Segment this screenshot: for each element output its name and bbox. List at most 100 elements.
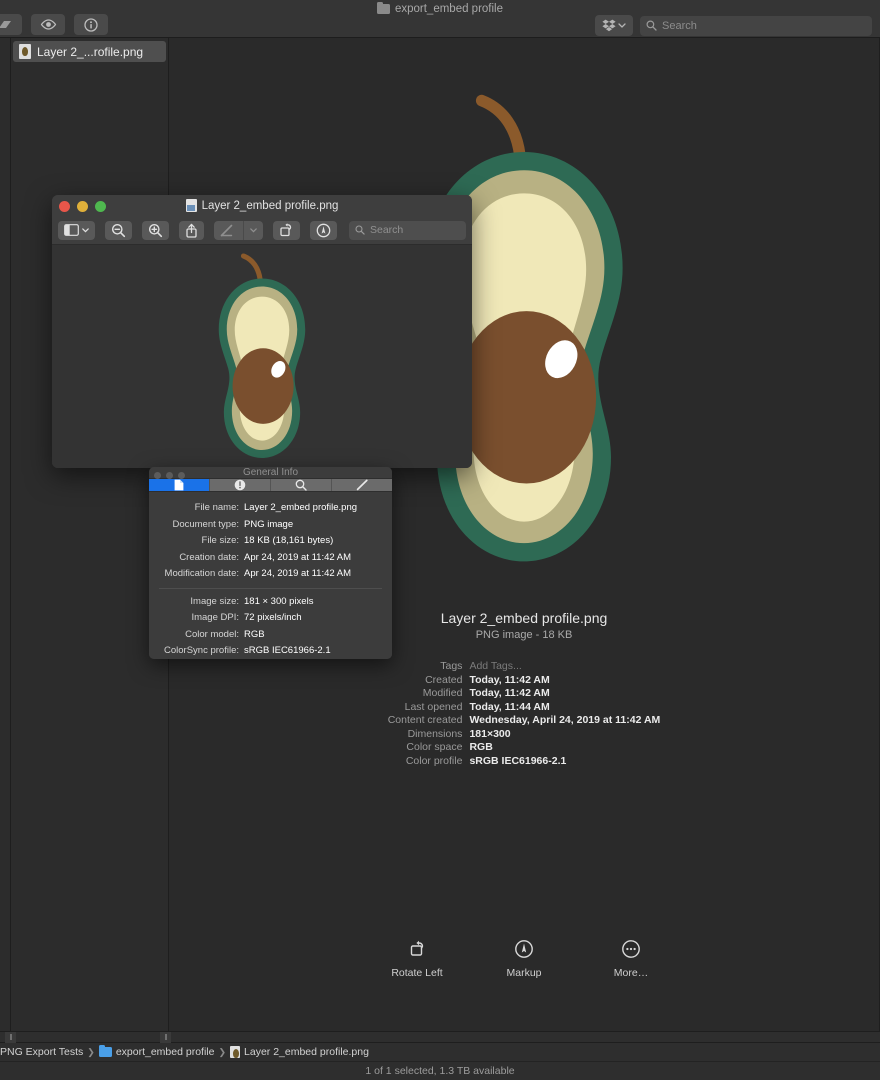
chevron-down-icon — [82, 227, 89, 232]
tab-general[interactable] — [149, 479, 210, 491]
metadata-key: Color space — [406, 741, 463, 753]
quick-look-button[interactable] — [31, 14, 65, 35]
info-key: File name: — [194, 502, 239, 513]
annotate-icon — [316, 223, 331, 237]
minimize-button[interactable] — [166, 471, 173, 479]
info-value: sRGB IEC61966-2.1 — [244, 645, 331, 656]
tab-keywords[interactable] — [271, 479, 332, 491]
more-button[interactable] — [618, 936, 644, 962]
info-value: PNG image — [244, 518, 294, 530]
get-info-button[interactable] — [74, 14, 108, 35]
info-key: ColorSync profile: — [164, 645, 239, 656]
info-value: 18 KB (18,161 bytes) — [244, 535, 334, 546]
metadata-key: Tags — [440, 660, 463, 672]
metadata-row: Tags Add Tags... — [388, 660, 661, 674]
more-action[interactable]: More… — [599, 936, 663, 979]
info-key: Image DPI: — [191, 612, 239, 623]
close-button[interactable] — [59, 201, 70, 212]
markup-button[interactable] — [511, 936, 537, 962]
info-panel-body: File name: Layer 2_embed profile.png Doc… — [149, 492, 392, 659]
metadata-value: sRGB IEC61966-2.1 — [469, 754, 567, 767]
finder-column-parent[interactable] — [0, 38, 11, 1031]
share-button[interactable] — [179, 220, 204, 240]
metadata-key: Last opened — [404, 700, 463, 713]
info-icon — [84, 17, 98, 32]
rotate-left-button[interactable] — [404, 936, 430, 962]
zoom-out-button[interactable] — [105, 220, 132, 240]
file-list-item[interactable]: Layer 2_...rofile.png — [13, 41, 166, 62]
finder-title-text: export_embed profile — [394, 3, 504, 15]
dropbox-button[interactable] — [595, 15, 633, 36]
info-circle-icon — [234, 479, 246, 491]
metadata-key: Created — [425, 673, 463, 686]
breadcrumb-separator: ❯ — [218, 1046, 227, 1057]
rotate-left-action[interactable]: Rotate Left — [385, 936, 449, 979]
breadcrumb-item-folder[interactable]: export_embed profile — [98, 1044, 214, 1058]
search-icon — [646, 20, 657, 31]
tags-value[interactable]: Add Tags... — [469, 660, 660, 674]
tab-annotations[interactable] — [332, 479, 392, 491]
info-value: 181 × 300 pixels — [244, 595, 314, 607]
sidebar-icon — [64, 224, 79, 236]
finder-columns: Layer 2_...rofile.png Layer 2_embed prof… — [0, 38, 880, 1031]
close-button[interactable] — [154, 471, 161, 479]
info-panel-title: General Info — [242, 467, 299, 478]
png-file-icon — [19, 44, 31, 59]
breadcrumb-item-root[interactable]: PNG Export Tests — [0, 1046, 83, 1058]
breadcrumb-separator: ❯ — [87, 1046, 95, 1057]
avocado-stem — [475, 94, 526, 162]
finder-search-placeholder: Search — [662, 19, 697, 32]
chevron-down-icon — [618, 23, 626, 28]
info-value: Apr 24, 2019 at 11:42 AM — [244, 568, 352, 579]
finder-column-files[interactable]: Layer 2_...rofile.png — [11, 38, 169, 1031]
preview-filename: Layer 2_embed profile.png — [440, 610, 608, 626]
breadcrumb-item-file[interactable]: Layer 2_embed profile.png — [230, 1046, 369, 1058]
annotate-button[interactable] — [310, 220, 337, 240]
zoom-in-button[interactable] — [142, 220, 169, 240]
info-row: Modification date: Apr 24, 2019 at 11:42… — [149, 566, 392, 583]
preview-titlebar[interactable]: Layer 2_embed profile.png — [52, 195, 472, 216]
markup-options-chevron[interactable] — [243, 220, 263, 240]
info-value: Apr 24, 2019 at 11:42 AM — [244, 551, 352, 563]
avocado-pit — [456, 311, 597, 484]
info-key: Creation date: — [179, 551, 239, 563]
finder-toolbar-left-group — [0, 14, 108, 35]
preview-metadata-table: Tags Add Tags... Created Today, 11:42 AM… — [388, 660, 661, 768]
preview-search-field[interactable]: Search — [349, 220, 466, 240]
metadata-row: Color profile sRGB IEC61966-2.1 — [388, 755, 661, 769]
preview-quick-actions: Rotate Left Markup More… — [169, 936, 879, 979]
metadata-value: Today, 11:42 AM — [469, 673, 550, 686]
info-value: RGB — [244, 628, 265, 640]
magnifier-minus-icon — [112, 223, 126, 237]
rotate-button[interactable] — [273, 220, 300, 240]
action-button[interactable] — [0, 14, 22, 35]
metadata-value: RGB — [469, 741, 493, 753]
rotate-left-icon — [410, 940, 424, 956]
info-row: Image DPI: 72 pixels/inch — [149, 610, 392, 627]
pen-segment[interactable] — [214, 221, 240, 240]
info-key: Modification date: — [164, 568, 239, 579]
column-resize-handle[interactable]: ‖ — [5, 1032, 16, 1043]
zoom-button[interactable] — [178, 471, 185, 479]
tab-more-info[interactable] — [210, 479, 271, 491]
column-resize-handle[interactable]: ‖ — [160, 1032, 171, 1043]
markup-action[interactable]: Markup — [492, 936, 556, 979]
sidebar-toggle-button[interactable] — [58, 220, 95, 240]
info-panel-titlebar[interactable]: General Info — [149, 467, 392, 479]
column-resize-bar: ‖ ‖ — [0, 1031, 880, 1043]
markup-toolbar-button[interactable] — [214, 220, 263, 240]
info-value: 72 pixels/inch — [244, 612, 302, 623]
magnifier-plus-icon — [149, 223, 163, 237]
info-window-controls — [154, 471, 185, 479]
zoom-button[interactable] — [95, 201, 106, 212]
minimize-button[interactable] — [77, 201, 88, 212]
preview-canvas[interactable] — [52, 245, 472, 468]
status-bar: 1 of 1 selected, 1.3 TB available — [0, 1061, 880, 1080]
info-row: ColorSync profile: sRGB IEC61966-2.1 — [149, 643, 392, 659]
info-panel-divider — [159, 587, 382, 589]
finder-search-field[interactable]: Search — [640, 15, 872, 36]
metadata-row: Modified Today, 11:42 AM — [388, 687, 661, 701]
metadata-value: Today, 11:42 AM — [469, 687, 550, 699]
breadcrumb: PNG Export Tests ❯ export_embed profile … — [0, 1042, 880, 1061]
info-row: Color model: RGB — [149, 627, 392, 644]
